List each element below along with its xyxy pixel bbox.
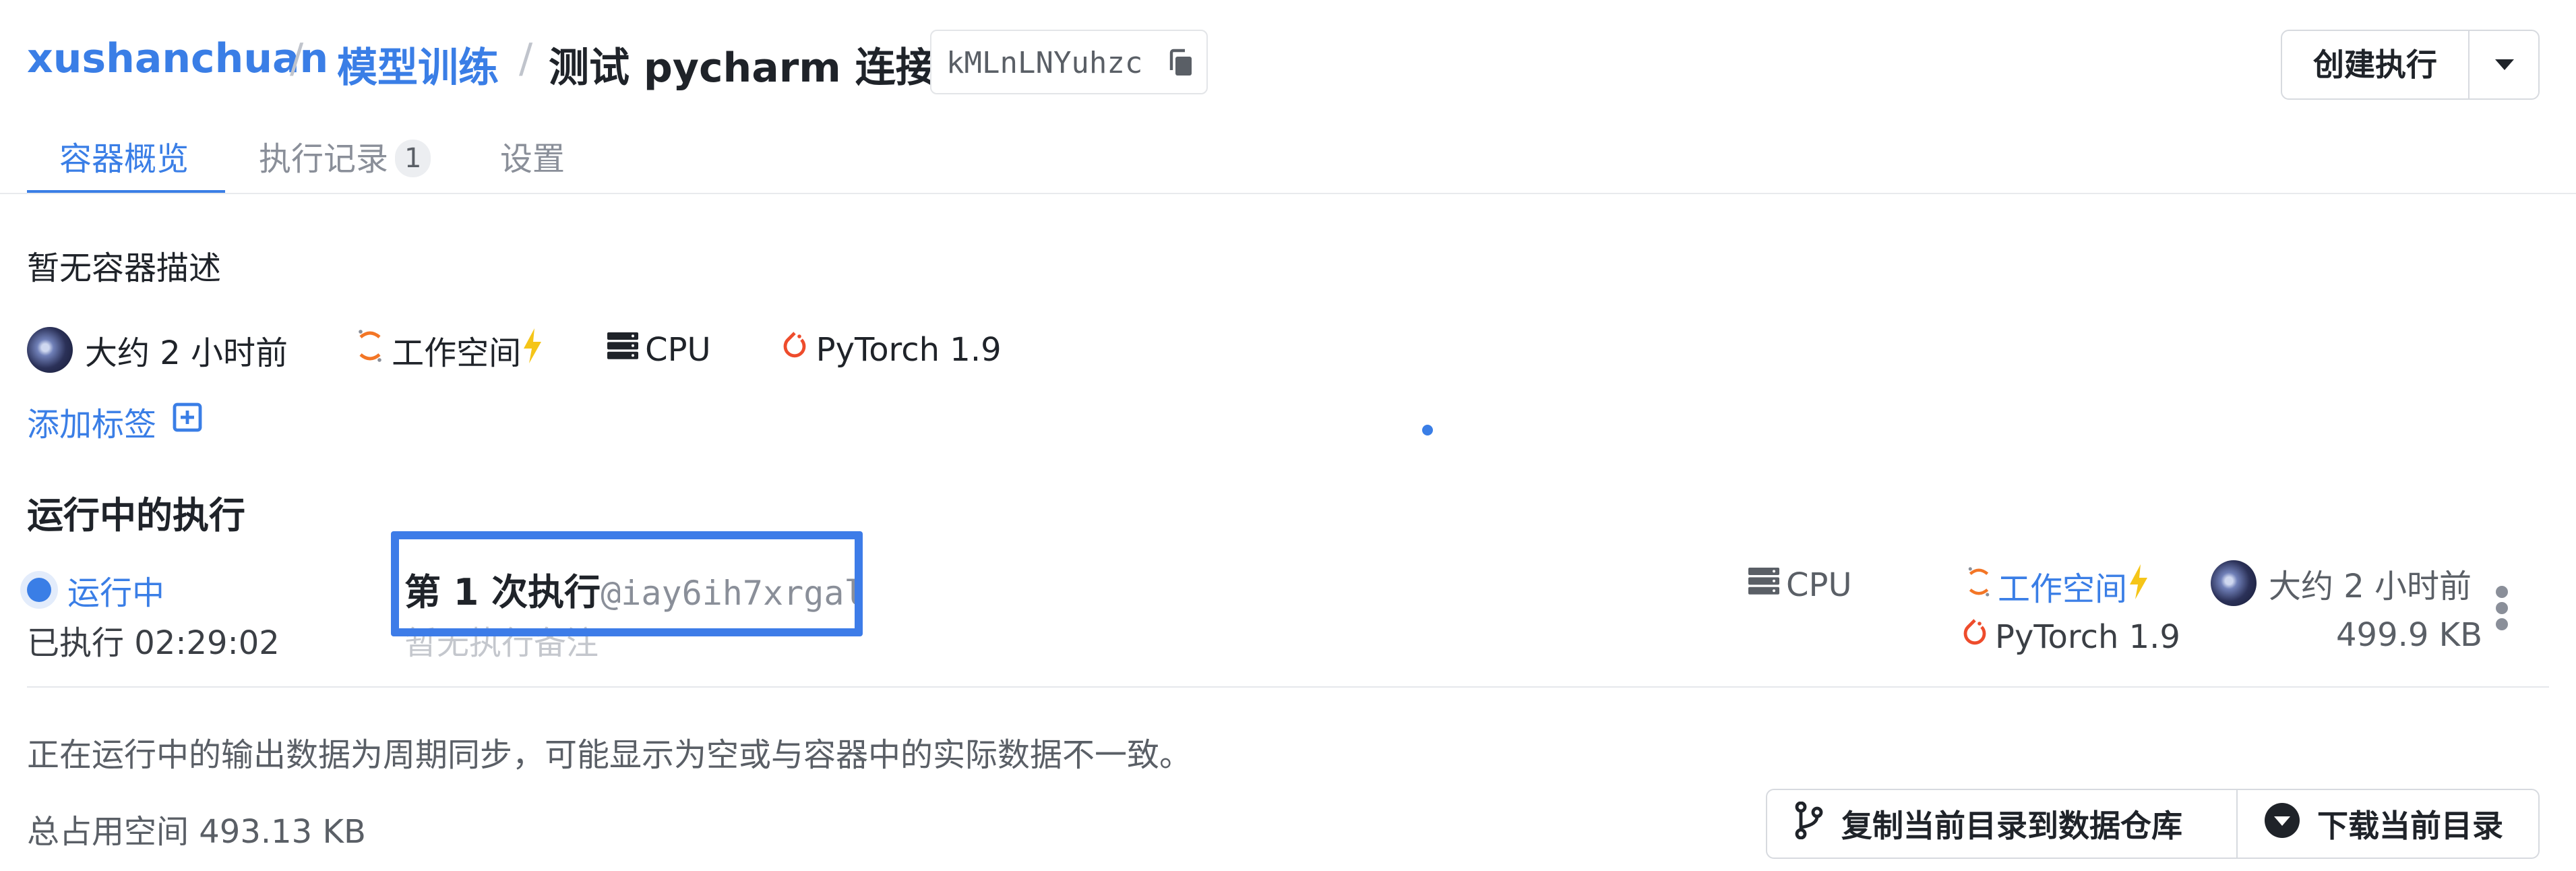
breadcrumb-separator: /	[519, 35, 533, 82]
avatar[interactable]	[27, 327, 73, 373]
execution-resource-label: CPU	[1786, 566, 1852, 604]
sync-notice: 正在运行中的输出数据为周期同步，可能显示为空或与容器中的实际数据不一致。	[27, 736, 1192, 774]
created-time: 大约 2 小时前	[85, 334, 288, 372]
tab-settings[interactable]: 设置	[500, 132, 565, 179]
container-meta: 大约 2 小时前 工作空间 CPU PyTorch 1.9	[27, 326, 1002, 373]
page-title: 测试 pycharm 连接	[549, 44, 936, 92]
framework-label: PyTorch 1.9	[816, 331, 1002, 369]
container-id-chip[interactable]: kMLnLNYuhzc	[930, 30, 1208, 94]
pytorch-icon	[1961, 616, 1988, 658]
tab-executions-label: 执行记录	[259, 140, 389, 178]
execution-env-label: 工作空间	[1998, 570, 2128, 608]
add-tag-label: 添加标签	[27, 406, 157, 444]
download-directory-button[interactable]: 下载当前目录	[2236, 789, 2540, 859]
execution-time-label: 大约 2 小时前	[2269, 568, 2472, 605]
lightning-icon	[521, 327, 544, 373]
git-branch-icon	[1794, 801, 1824, 847]
used-space: 总占用空间 493.13 KB	[27, 813, 366, 851]
tab-executions-count: 1	[395, 140, 431, 177]
jupyter-icon	[1965, 565, 1992, 607]
copy-to-dataset-label: 复制当前目录到数据仓库	[1841, 808, 2182, 844]
execution-status: 运行中	[27, 566, 164, 613]
running-section-title: 运行中的执行	[27, 494, 245, 537]
env-label: 工作空间	[392, 334, 522, 372]
execution-resource: CPU	[1747, 566, 1852, 604]
add-tag-link[interactable]: 添加标签	[27, 398, 202, 445]
execution-time: 大约 2 小时前	[2211, 560, 2472, 607]
breadcrumb-section[interactable]: 模型训练	[337, 35, 499, 94]
create-execution-button[interactable]: 创建执行	[2282, 31, 2468, 98]
running-status-icon	[27, 578, 51, 602]
container-id: kMLnLNYuhzc	[946, 46, 1143, 80]
execution-framework-label: PyTorch 1.9	[1995, 618, 2180, 656]
execution-framework: PyTorch 1.9	[1961, 616, 2180, 658]
jupyter-icon	[355, 328, 385, 372]
execution-size: 499.9 KB	[2336, 616, 2483, 654]
tab-executions[interactable]: 执行记录 1	[259, 132, 431, 179]
highlight-box	[391, 531, 863, 636]
tab-overview[interactable]: 容器概览	[59, 132, 189, 179]
download-directory-label: 下载当前目录	[2317, 808, 2503, 844]
breadcrumb-user[interactable]: xushanchuan	[27, 35, 328, 82]
row-divider	[27, 686, 2549, 688]
loading-dot	[1422, 425, 1433, 436]
plus-square-icon	[173, 402, 202, 440]
download-circle-icon	[2263, 802, 2301, 847]
container-description: 暂无容器描述	[27, 249, 222, 287]
avatar[interactable]	[2211, 560, 2257, 606]
breadcrumb-separator: /	[290, 35, 304, 82]
pytorch-icon	[781, 329, 808, 371]
create-execution-button-group: 创建执行	[2281, 30, 2540, 100]
copy-to-dataset-button[interactable]: 复制当前目录到数据仓库	[1766, 789, 2238, 859]
execution-env[interactable]: 工作空间	[1965, 562, 2150, 609]
tabs-divider	[0, 193, 2576, 194]
status-label: 运行中	[67, 574, 165, 612]
lightning-icon	[2127, 563, 2150, 609]
more-vertical-icon[interactable]	[2494, 584, 2510, 635]
chevron-down-icon[interactable]	[2470, 31, 2538, 98]
server-icon	[1747, 566, 1781, 604]
copy-icon[interactable]	[1167, 49, 1194, 81]
server-icon	[606, 331, 640, 369]
elapsed-time: 已执行 02:29:02	[27, 624, 280, 662]
resource-label: CPU	[645, 331, 711, 369]
